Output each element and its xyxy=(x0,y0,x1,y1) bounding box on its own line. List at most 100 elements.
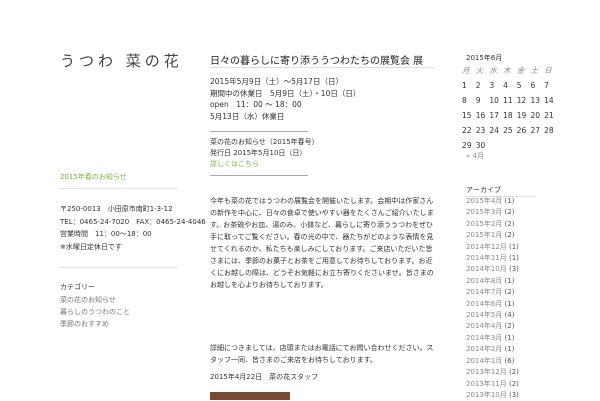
archive-link[interactable]: 2015年3月 xyxy=(466,208,502,216)
calendar-day: 20 xyxy=(530,111,540,120)
calendar-day xyxy=(517,138,531,153)
calendar-day: 23 xyxy=(475,126,486,135)
archive-link[interactable]: 2014年1月 xyxy=(466,357,502,365)
archive-item: 2015年4月 (1) xyxy=(466,196,519,207)
calendar-day: 9 xyxy=(475,96,481,105)
event-hours: open 11：00 ～ 18：00 xyxy=(210,100,302,109)
archive-count: (2) xyxy=(504,219,515,228)
calendar-day xyxy=(544,138,558,153)
archive-heading: アーカイブ xyxy=(466,186,501,194)
archive-link[interactable]: 2014年5月 xyxy=(466,311,502,319)
category-item: 菜の花のお知らせ xyxy=(60,294,130,306)
archive-link[interactable]: 2013年12月 xyxy=(466,368,507,376)
archive-link[interactable]: 2014年10月 xyxy=(466,265,507,273)
calendar-day xyxy=(503,138,517,153)
calendar-day: 24 xyxy=(489,126,499,135)
archive-link[interactable]: 2014年2月 xyxy=(466,345,502,353)
calendar-day xyxy=(530,138,544,153)
site-logo[interactable]: うつわ 菜の花 xyxy=(60,50,183,71)
archive-item: 2014年8月 (1) xyxy=(466,276,519,287)
archive-link[interactable]: 2014年6月 xyxy=(466,300,502,308)
archive-count: (4) xyxy=(504,311,515,320)
post-title[interactable]: 日々の暮らしに寄り添ううつわたちの展覧会 展 xyxy=(210,52,423,67)
archive-item: 2015年1月 (2) xyxy=(466,230,519,241)
archive-item: 2014年7月 (2) xyxy=(466,287,519,298)
category-link[interactable]: 暮らしのうつわのこと xyxy=(60,308,130,316)
archive-link[interactable]: 2014年12月 xyxy=(466,243,507,251)
calendar-day: 21 xyxy=(544,111,554,120)
archive-count: (1) xyxy=(504,345,515,354)
archive-item: 2013年12月 (2) xyxy=(466,367,519,378)
archive-item: 2014年5月 (4) xyxy=(466,310,519,321)
calendar-day: 25 xyxy=(503,126,513,135)
calendar-day: 27 xyxy=(530,126,540,135)
left-divider-2 xyxy=(60,267,178,268)
archive-link[interactable]: 2014年7月 xyxy=(466,288,502,296)
news-link[interactable]: 詳しくはこちら xyxy=(210,160,259,168)
weekday-header: 水 xyxy=(489,66,497,75)
calendar-day xyxy=(489,138,503,153)
calendar-day: 15 xyxy=(462,111,472,120)
event-dates: 2015年5月9日（土）～5月17日（日） xyxy=(210,77,343,86)
contact-info: 〒250-0013 小田原市南町1-3-12 TEL：0465-24-7020 … xyxy=(60,203,206,253)
event-holiday: 期間中の休業日 5月9日（土）・10日（日） xyxy=(210,88,361,98)
calendar-day: 5 xyxy=(516,81,522,90)
left-divider xyxy=(60,188,178,189)
news-block: ―――――――――――――― 菜の花のお知らせ（2015年春号） 発行日 201… xyxy=(210,126,319,181)
event-meta: 2015年5月9日（土）～5月17日（日） 期間中の休業日 5月9日（土）・10… xyxy=(210,76,360,122)
closed-day: ※水曜日定休日です xyxy=(60,242,122,251)
event-closed: 5月13日（水）休業日 xyxy=(210,111,285,121)
category-heading: カテゴリー xyxy=(60,283,95,291)
archive-count: (1) xyxy=(508,242,519,251)
archive-link[interactable]: 2014年8月 xyxy=(466,277,502,285)
archive-item: 2014年4月 (2) xyxy=(466,321,519,332)
archive-item: 2014年6月 (1) xyxy=(466,299,519,310)
archive-link[interactable]: 2013年11月 xyxy=(466,380,507,388)
business-hours: 営業時間 11：00～18：00 xyxy=(60,230,152,238)
title-divider xyxy=(210,67,435,68)
archive-count: (2) xyxy=(504,208,515,217)
archive-link[interactable]: 2013年10月 xyxy=(466,391,507,399)
calendar-prev-link[interactable]: « 4月 xyxy=(466,151,484,161)
calendar-day: 19 xyxy=(516,111,527,120)
category-link[interactable]: 菜の花のお知らせ xyxy=(60,296,116,304)
calendar-day: 18 xyxy=(503,111,513,120)
archive-link[interactable]: 2015年1月 xyxy=(466,231,502,239)
calendar-day: 22 xyxy=(462,126,472,135)
archive-count: (1) xyxy=(504,333,515,342)
calendar-day: 17 xyxy=(489,111,499,120)
archive-item: 2014年11月 (1) xyxy=(466,253,519,264)
archive-link[interactable]: 2015年2月 xyxy=(466,220,502,228)
calendar-day: 2 xyxy=(475,81,481,90)
archive-item: 2013年10月 (3) xyxy=(466,390,519,401)
feature-link[interactable]: 2015年春のお知らせ xyxy=(60,172,127,182)
category-link[interactable]: 季節のおすすめ xyxy=(60,320,109,328)
calendar-day: 13 xyxy=(530,96,540,105)
archive-link[interactable]: 2015年4月 xyxy=(466,197,502,205)
archive-item: 2015年2月 (2) xyxy=(466,219,519,230)
weekday-header: 木 xyxy=(503,66,511,75)
archive-item: 2014年2月 (1) xyxy=(466,344,519,355)
phone-fax: TEL：0465-24-7020 FAX：0465-24-4046 xyxy=(60,217,206,226)
news-rule-top: ―――――――――――――― xyxy=(210,127,308,135)
address: 〒250-0013 小田原市南町1-3-12 xyxy=(60,205,173,213)
archive-link[interactable]: 2014年11月 xyxy=(466,254,507,262)
archive-count: (1) xyxy=(508,254,519,263)
archive-count: (1) xyxy=(504,299,515,308)
archive-link[interactable]: 2014年4月 xyxy=(466,322,502,330)
archive-count: (2) xyxy=(508,379,519,388)
archive-count: (1) xyxy=(504,276,515,285)
calendar-day: 4 xyxy=(503,81,508,90)
calendar-caption: 2015年6月 xyxy=(466,54,503,62)
archive-count: (2) xyxy=(508,368,519,377)
archive-count: (6) xyxy=(504,356,515,365)
archive-link[interactable]: 2014年3月 xyxy=(466,334,502,342)
calendar-day: 26 xyxy=(516,126,527,135)
news-line: 発行日 2015年5月10日（日） xyxy=(210,149,307,157)
archive-count: (2) xyxy=(504,231,515,240)
category-item: 暮らしのうつわのこと xyxy=(60,306,130,318)
calendar-day: 16 xyxy=(475,111,486,120)
news-line: 菜の花のお知らせ（2015年春号） xyxy=(210,138,319,146)
post-paragraph: 今年も菜の花ではうつわの展覧会を開催いたします。会期中は作家さんの新作を中心に、… xyxy=(210,197,434,289)
calendar-day: 7 xyxy=(544,81,549,90)
